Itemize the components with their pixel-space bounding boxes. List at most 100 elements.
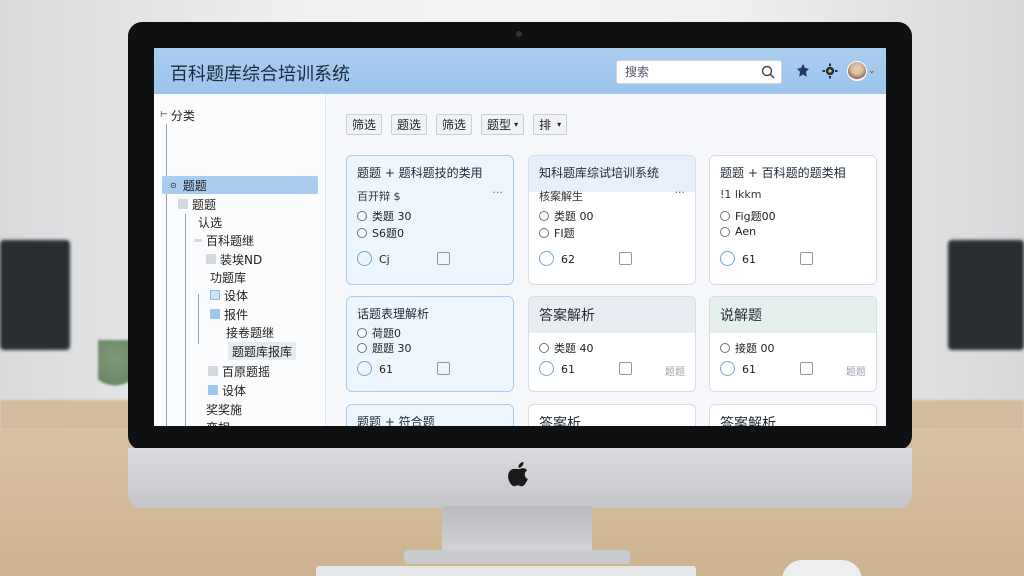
sidebar-item-6[interactable]: 设体 bbox=[210, 286, 248, 304]
checkbox-icon[interactable] bbox=[210, 290, 220, 300]
option-row[interactable]: 题题 30 bbox=[357, 340, 412, 356]
checkbox[interactable] bbox=[800, 362, 813, 375]
camera bbox=[516, 31, 522, 37]
filter-button-2[interactable]: 题选 bbox=[391, 114, 428, 135]
card-title: 知科题库综试培训系统 bbox=[529, 156, 695, 192]
sidebar-item-13[interactable]: 变相 bbox=[206, 418, 230, 427]
radio-icon[interactable] bbox=[720, 226, 730, 237]
sidebar-item-0[interactable]: ⊙ 题题 bbox=[162, 176, 318, 194]
sidebar-item-9[interactable]: 题题库报库 bbox=[228, 342, 297, 360]
expand-icon: ⊙ bbox=[170, 180, 177, 190]
filter-button-1[interactable]: 筛选 bbox=[346, 114, 383, 135]
gear-icon[interactable] bbox=[822, 63, 838, 79]
option-row[interactable]: 荷题0 bbox=[357, 325, 401, 341]
option-row[interactable]: Fig题00 bbox=[720, 208, 776, 224]
checkbox[interactable] bbox=[437, 252, 450, 265]
card-title: 题题 + 题科题技的类用 bbox=[357, 166, 483, 180]
background-plant bbox=[98, 340, 132, 400]
pin-icon[interactable] bbox=[795, 63, 811, 79]
monitor-stand bbox=[442, 506, 592, 556]
radio-icon[interactable] bbox=[539, 228, 549, 238]
progress-circle-icon bbox=[357, 251, 372, 266]
branch-icon bbox=[194, 238, 202, 242]
radio-icon[interactable] bbox=[720, 211, 730, 221]
sidebar-item-11[interactable]: 设体 bbox=[208, 381, 246, 399]
question-card[interactable]: 答案解析 类题 40 61 题题 bbox=[528, 296, 696, 392]
question-card[interactable]: 答案解析 bbox=[709, 404, 877, 426]
sidebar-header: ⊢ 分类 bbox=[160, 108, 195, 123]
option-row[interactable]: 类题 40 bbox=[539, 340, 594, 356]
folder-icon bbox=[208, 385, 218, 395]
option-row[interactable]: Aen bbox=[720, 225, 756, 238]
radio-icon[interactable] bbox=[357, 228, 367, 238]
sidebar-item-4[interactable]: 装埃ND bbox=[206, 250, 262, 268]
app-window: 百科题库综合培训系统 ⌄ ⊢ 分类 bbox=[154, 48, 886, 426]
radio-icon[interactable] bbox=[539, 343, 549, 353]
option-row[interactable]: 接题 00 bbox=[720, 340, 775, 356]
option-row[interactable]: S6题0 bbox=[357, 225, 404, 241]
radio-icon[interactable] bbox=[357, 328, 367, 338]
checkbox[interactable] bbox=[619, 252, 632, 265]
progress-circle-icon bbox=[539, 251, 554, 266]
top-bar: 百科题库综合培训系统 ⌄ bbox=[154, 48, 886, 94]
category-sidebar: ⊢ 分类 ⊙ 题题 题题 认选 百科题继 装埃ND 功题库 设体 报件 接卷题继… bbox=[154, 94, 326, 426]
option-row[interactable]: FI题 bbox=[539, 225, 575, 241]
search-box[interactable] bbox=[616, 60, 782, 84]
checkbox[interactable] bbox=[437, 362, 450, 375]
option-row[interactable]: 类题 30 bbox=[357, 208, 412, 224]
checkbox[interactable] bbox=[800, 252, 813, 265]
progress-circle-icon bbox=[539, 361, 554, 376]
caret-icon[interactable]: ⊢ bbox=[160, 110, 168, 120]
sidebar-item-12[interactable]: 奖奖施 bbox=[206, 400, 242, 418]
question-card[interactable]: 说解题 接题 00 61 题题 bbox=[709, 296, 877, 392]
radio-icon[interactable] bbox=[539, 211, 549, 221]
background-desk-right bbox=[910, 400, 1024, 430]
option-row[interactable]: 类题 00 bbox=[539, 208, 594, 224]
card-score: 62 bbox=[561, 253, 575, 266]
question-card[interactable]: 题题 + 题科题技的类用 百开辩 $ ··· 类题 30 S6题0 Cj bbox=[346, 155, 514, 285]
sidebar-item-10[interactable]: 百原题摇 bbox=[208, 362, 270, 380]
chevron-down-icon: ▾ bbox=[557, 120, 562, 129]
sort-dropdown[interactable]: 排 ▾ bbox=[533, 114, 568, 135]
chevron-down-icon[interactable]: ⌄ bbox=[868, 66, 876, 76]
question-card[interactable]: 题题 + 百科题的题类相 !1 lkkm Fig题00 Aen 61 bbox=[709, 155, 877, 285]
checkbox[interactable] bbox=[619, 362, 632, 375]
radio-icon[interactable] bbox=[720, 343, 730, 353]
folder-icon bbox=[208, 366, 218, 376]
radio-icon[interactable] bbox=[357, 343, 367, 353]
sidebar-item-5[interactable]: 功题库 bbox=[210, 268, 246, 286]
sidebar-item-7[interactable]: 报件 bbox=[210, 305, 248, 323]
folder-icon bbox=[178, 199, 188, 209]
question-card[interactable]: 知科题库综试培训系统 核案解生 ··· 类题 00 FI题 62 bbox=[528, 155, 696, 285]
search-input[interactable] bbox=[617, 61, 747, 83]
card-tag: 题题 bbox=[846, 367, 866, 378]
sidebar-item-8[interactable]: 接卷题继 bbox=[226, 323, 274, 341]
sidebar-item-3[interactable]: 百科题继 bbox=[194, 231, 254, 249]
more-icon[interactable]: ··· bbox=[675, 186, 686, 199]
question-card[interactable]: 题题 + 符合题 bbox=[346, 404, 514, 426]
progress-circle-icon bbox=[357, 361, 372, 376]
progress-circle-icon bbox=[720, 251, 735, 266]
background-monitor-right bbox=[948, 240, 1024, 350]
user-avatar[interactable] bbox=[847, 61, 867, 81]
type-dropdown[interactable]: 题型 ▾ bbox=[481, 114, 525, 135]
sidebar-item-2[interactable]: 认选 bbox=[198, 213, 222, 231]
card-score: 61 bbox=[561, 363, 575, 376]
filter-toolbar: 筛选 题选 筛选 题型 ▾ 排 ▾ bbox=[346, 114, 568, 136]
more-icon[interactable]: ··· bbox=[493, 186, 504, 199]
question-card[interactable]: 话题表理解析 荷题0 题题 30 61 bbox=[346, 296, 514, 392]
search-icon[interactable] bbox=[761, 65, 775, 79]
card-title: 答案解析 bbox=[529, 297, 695, 333]
radio-icon[interactable] bbox=[357, 211, 367, 221]
keyboard bbox=[316, 566, 696, 576]
card-title: 说解题 bbox=[710, 297, 876, 333]
card-title: 题题 + 符合题 bbox=[357, 415, 435, 426]
card-subtitle: 百开辩 $ bbox=[357, 190, 401, 203]
question-card[interactable]: 答案析 bbox=[528, 404, 696, 426]
sidebar-item-1[interactable]: 题题 bbox=[178, 195, 216, 213]
card-score: 61 bbox=[742, 363, 756, 376]
filter-button-3[interactable]: 筛选 bbox=[436, 114, 473, 135]
card-score: 61 bbox=[742, 253, 756, 266]
card-subtitle: !1 lkkm bbox=[720, 188, 762, 201]
background-monitor-left bbox=[0, 240, 70, 350]
